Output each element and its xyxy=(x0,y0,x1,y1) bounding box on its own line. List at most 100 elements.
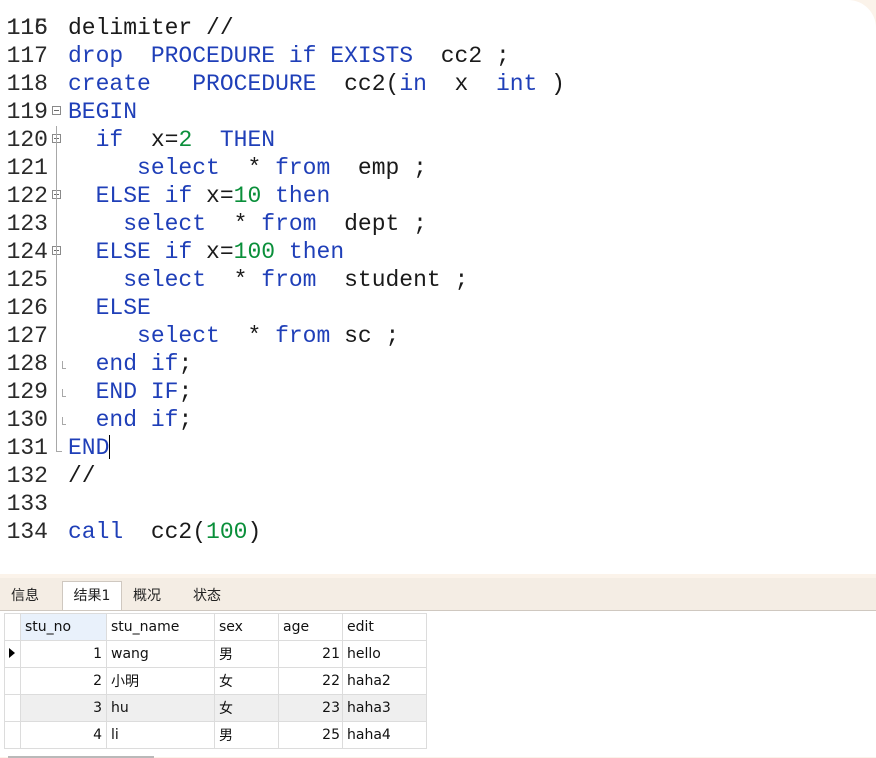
line-number: 133 xyxy=(6,491,48,517)
code-line[interactable]: 125 select * from student ; xyxy=(0,266,876,294)
cell-edit[interactable]: haha3 xyxy=(342,694,427,722)
line-number: 134 xyxy=(6,519,48,545)
code-line[interactable]: 132 // xyxy=(0,462,876,490)
cell-sex[interactable]: 女 xyxy=(214,694,279,722)
code-line[interactable]: 133 xyxy=(0,490,876,518)
code-line[interactable]: 128 end if; xyxy=(0,350,876,378)
table-row[interactable]: 4 li 男 25 haha4 xyxy=(4,721,427,749)
keyword-token: select xyxy=(123,211,207,237)
column-header-edit[interactable]: edit xyxy=(342,613,427,641)
cell-age[interactable]: 21 xyxy=(278,640,343,668)
tab-overview[interactable]: 概况 xyxy=(126,582,168,610)
keyword-token: END xyxy=(95,379,138,405)
keyword-token: BEGIN xyxy=(68,99,138,125)
code-text: END xyxy=(68,434,111,462)
keyword-token: from xyxy=(275,155,331,181)
cell-sex[interactable]: 男 xyxy=(214,640,279,668)
line-number: 122 xyxy=(6,183,48,209)
keyword-token: int xyxy=(495,71,538,97)
keyword-token: ELSE xyxy=(95,295,151,321)
table-row[interactable]: 3 hu 女 23 haha3 xyxy=(4,694,427,722)
line-number: 126 xyxy=(6,295,48,321)
cell-stu-no[interactable]: 3 xyxy=(20,694,107,722)
fold-end-marker xyxy=(62,361,66,369)
code-line[interactable]: 123 select * from dept ; xyxy=(0,210,876,238)
text-token: // xyxy=(68,463,96,489)
code-line[interactable]: 121 select * from emp ; xyxy=(0,154,876,182)
cell-age[interactable]: 25 xyxy=(278,721,343,749)
cell-stu-name[interactable]: 小明 xyxy=(106,667,215,695)
cell-stu-name[interactable]: li xyxy=(106,721,215,749)
code-line[interactable]: 118 create PROCEDURE cc2(in x int ) xyxy=(0,70,876,98)
cell-stu-no[interactable]: 2 xyxy=(20,667,107,695)
code-line[interactable]: 124 ELSE if x=100 then xyxy=(0,238,876,266)
code-line[interactable]: 134 call cc2(100) xyxy=(0,518,876,546)
text-token: x xyxy=(426,71,496,97)
cell-stu-no[interactable]: 4 xyxy=(20,721,107,749)
code-line[interactable]: 117 drop PROCEDURE if EXISTS cc2 ; xyxy=(0,42,876,70)
tab-status[interactable]: 状态 xyxy=(186,582,228,610)
text-token: * xyxy=(206,267,262,293)
code-text: call cc2(100) xyxy=(68,518,261,546)
keyword-token: PROCEDURE xyxy=(150,43,276,69)
keyword-token: select xyxy=(137,323,220,349)
text-token: ) xyxy=(537,71,565,97)
cell-edit[interactable]: haha4 xyxy=(342,721,427,749)
code-text: select * from student ; xyxy=(68,266,468,294)
cell-stu-no[interactable]: 1 xyxy=(20,640,107,668)
code-line[interactable]: 127 select * from sc ; xyxy=(0,322,876,350)
cell-edit[interactable]: haha2 xyxy=(342,667,427,695)
cell-stu-name[interactable]: wang xyxy=(106,640,215,668)
current-row-arrow-icon xyxy=(9,648,15,658)
cell-age[interactable]: 23 xyxy=(278,694,343,722)
column-header-sex[interactable]: sex xyxy=(214,613,279,641)
cell-edit[interactable]: hello xyxy=(342,640,427,668)
code-line[interactable]: 120 if x=2 THEN xyxy=(0,126,876,154)
sql-editor[interactable]: 115 116 delimiter // 117 drop PROCEDURE if … xyxy=(0,0,876,574)
cell-sex[interactable]: 女 xyxy=(214,667,279,695)
code-line[interactable]: 130 end if; xyxy=(0,406,876,434)
column-header-stu-no[interactable]: stu_no xyxy=(20,613,107,641)
code-line[interactable]: 126 ELSE xyxy=(0,294,876,322)
code-text: END IF; xyxy=(68,378,193,406)
line-number: 124 xyxy=(6,239,48,265)
cell-stu-name[interactable]: hu xyxy=(106,694,215,722)
tab-info[interactable]: 信息 xyxy=(4,582,46,610)
fold-toggle-icon[interactable] xyxy=(52,106,61,115)
code-line[interactable]: 119 BEGIN xyxy=(0,98,876,126)
result-tabs: 信息 结果1 概况 状态 xyxy=(0,578,876,611)
text-token: student ; xyxy=(316,267,469,293)
tab-result1[interactable]: 结果1 xyxy=(62,581,122,610)
column-header-age[interactable]: age xyxy=(278,613,343,641)
cell-age[interactable]: 22 xyxy=(278,667,343,695)
keyword-token: ELSE xyxy=(95,183,151,209)
code-line[interactable]: 116 delimiter // xyxy=(0,14,876,42)
keyword-token: if xyxy=(288,43,317,69)
cell-sex[interactable]: 男 xyxy=(214,721,279,749)
line-number: 118 xyxy=(6,71,48,97)
row-indicator xyxy=(4,640,21,668)
line-number: 116 xyxy=(6,15,48,41)
text-token: delimiter // xyxy=(68,15,234,41)
line-number: 119 xyxy=(6,99,48,125)
code-line[interactable]: 131 END xyxy=(0,434,876,462)
text-token: x= xyxy=(192,183,234,209)
keyword-token: ELSE xyxy=(95,239,151,265)
table-row[interactable]: 2 小明 女 22 haha2 xyxy=(4,667,427,695)
line-number: 125 xyxy=(6,267,48,293)
code-text: BEGIN xyxy=(68,98,137,126)
table-row[interactable]: 1 wang 男 21 hello xyxy=(4,640,427,668)
keyword-token: IF xyxy=(150,379,179,405)
column-header-stu-name[interactable]: stu_name xyxy=(106,613,215,641)
code-line[interactable]: 129 END IF; xyxy=(0,378,876,406)
code-line[interactable]: 122 ELSE if x=10 then xyxy=(0,182,876,210)
